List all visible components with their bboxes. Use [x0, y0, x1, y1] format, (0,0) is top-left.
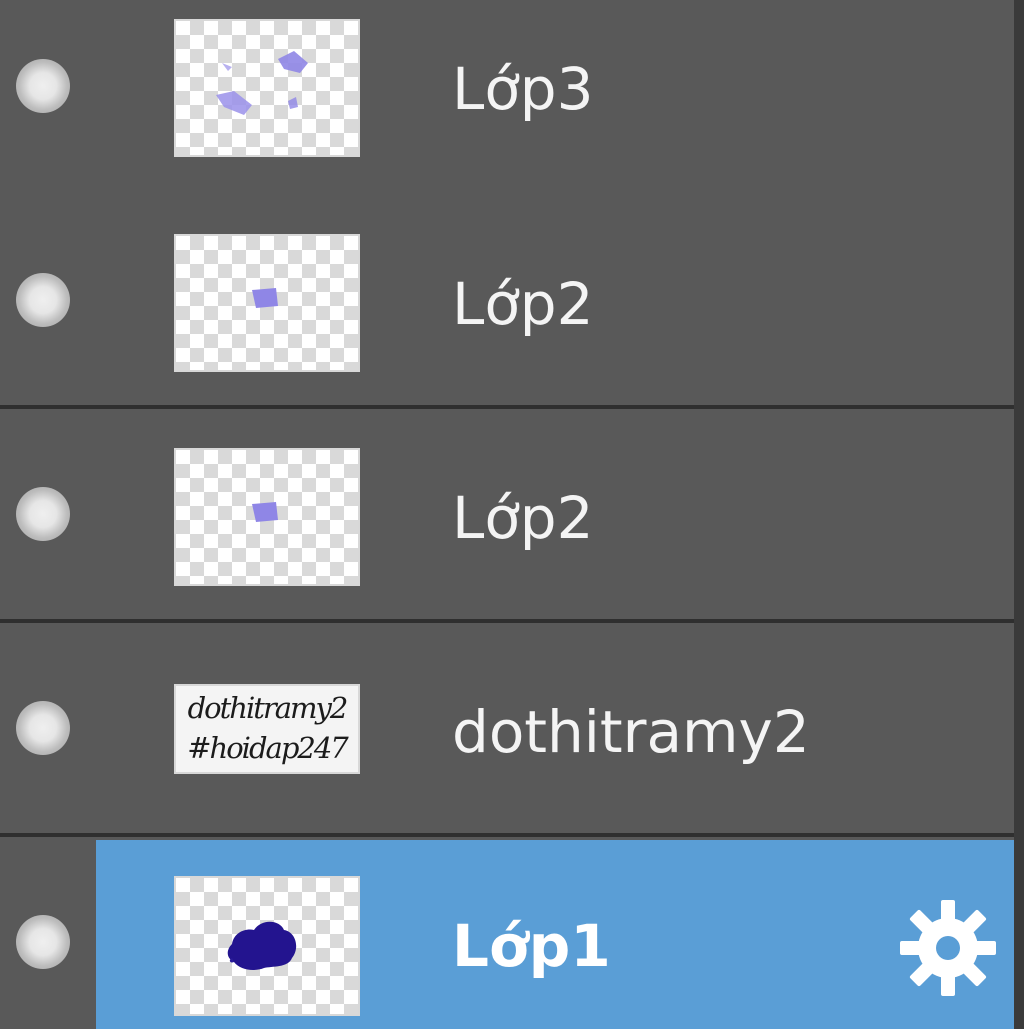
layer-row-lop2[interactable]: Lớp2 — [0, 412, 1014, 623]
layer-thumbnail — [174, 448, 360, 586]
row-divider — [0, 833, 1014, 837]
scrollbar-track[interactable] — [1014, 0, 1024, 1029]
layer-row-dothitramy2[interactable]: dothitramy2 #hoidap247 dothitramy2 — [0, 626, 1014, 837]
layer-name[interactable]: dothitramy2 — [452, 697, 810, 767]
visibility-dot-icon[interactable] — [16, 701, 70, 755]
gear-icon[interactable] — [898, 898, 998, 998]
layers-panel: Lớp3 Lớp2 Lớp2 dothitramy2 #hoidap247 do — [0, 0, 1014, 1029]
layer-name[interactable]: Lớp1 — [452, 911, 611, 981]
layer-row-lop3[interactable]: Lớp3 — [0, 0, 1014, 211]
thumbnail-text-line: #hoidap247 — [187, 731, 348, 765]
layer-thumbnail — [174, 876, 360, 1016]
visibility-dot-icon[interactable] — [16, 273, 70, 327]
layer-name[interactable]: Lớp2 — [452, 269, 594, 339]
dark-blue-blob-thumbnail — [227, 921, 297, 970]
layer-row-lop1[interactable]: Lớp1 — [0, 840, 1014, 1029]
layer-thumbnail — [174, 19, 360, 157]
visibility-dot-icon[interactable] — [16, 59, 70, 113]
row-divider — [0, 405, 1014, 409]
purple-dot-thumbnail — [252, 288, 278, 308]
visibility-dot-icon[interactable] — [16, 915, 70, 969]
purple-dot-thumbnail — [252, 502, 278, 522]
layer-name[interactable]: Lớp2 — [452, 483, 594, 553]
purple-scribbles-thumbnail — [216, 51, 308, 115]
thumbnail-text-line: dothitramy2 — [187, 691, 349, 725]
visibility-dot-icon[interactable] — [16, 487, 70, 541]
layer-thumbnail: dothitramy2 #hoidap247 — [174, 684, 360, 774]
layer-name[interactable]: Lớp3 — [452, 54, 594, 124]
layer-row-lop2[interactable]: Lớp2 — [0, 198, 1014, 409]
layer-thumbnail — [174, 234, 360, 372]
row-divider — [0, 619, 1014, 623]
